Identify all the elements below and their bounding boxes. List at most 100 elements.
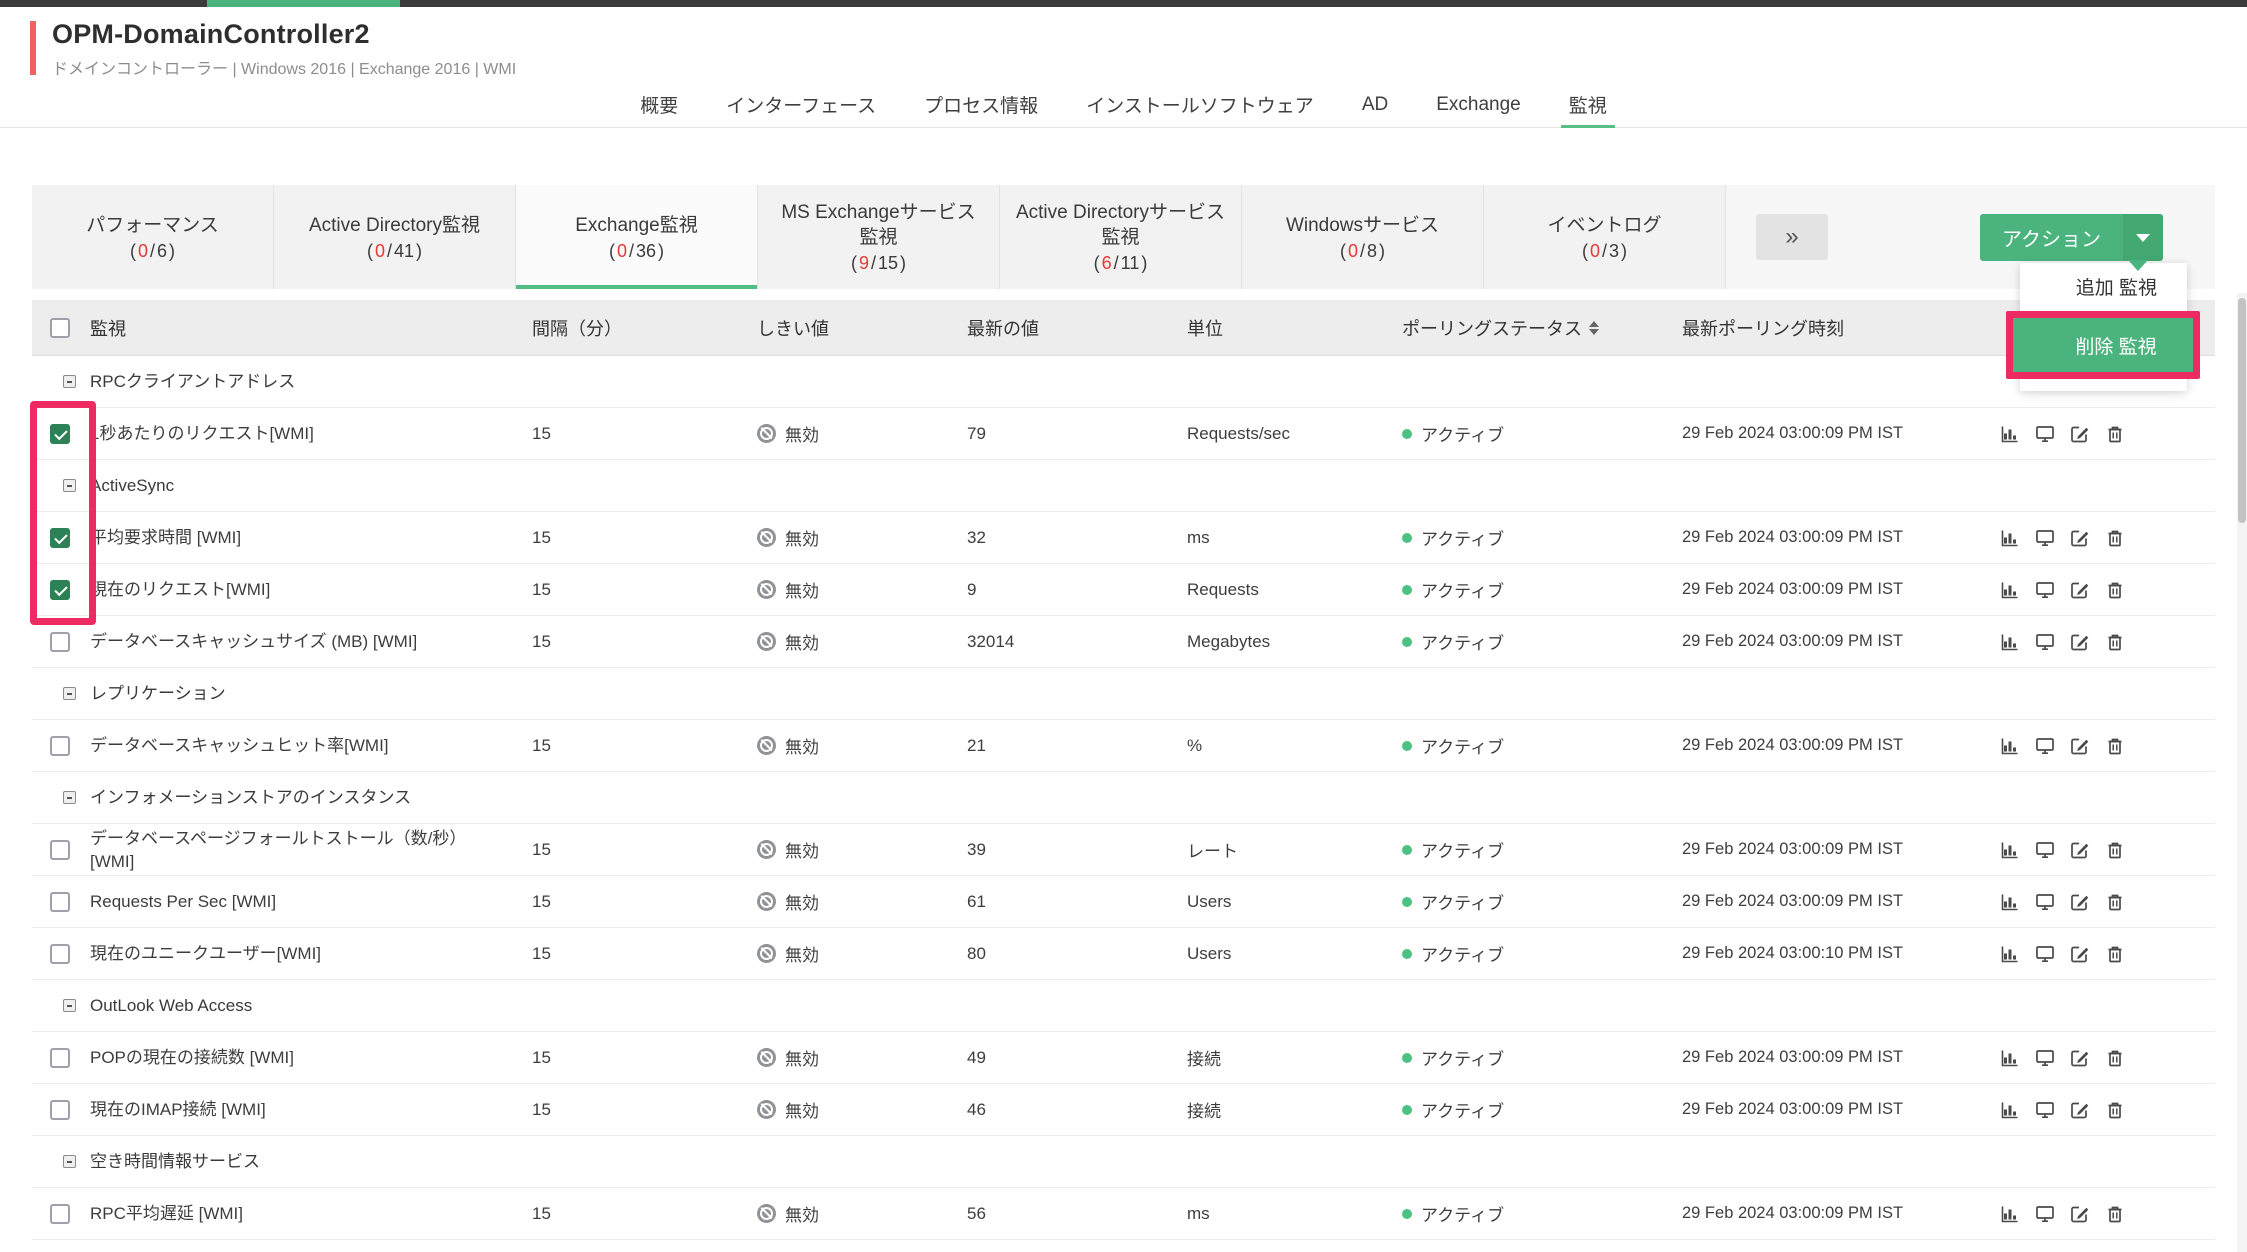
select-all-checkbox[interactable] [50, 318, 70, 338]
action-button[interactable]: アクション [1980, 214, 2163, 261]
action-dropdown-arrow[interactable] [2123, 214, 2163, 261]
column-header-monitor[interactable]: 監視 [90, 315, 532, 341]
chart-icon[interactable] [2000, 1100, 2020, 1120]
chart-icon[interactable] [2000, 528, 2020, 548]
chart-icon[interactable] [2000, 840, 2020, 860]
row-checkbox[interactable] [50, 424, 70, 444]
monitor-name[interactable]: データベースキャッシュヒット率[WMI] [90, 734, 532, 757]
tab-overview[interactable]: 概要 [638, 82, 680, 127]
tab-monitoring[interactable]: 監視 [1567, 82, 1609, 127]
more-tabs-button[interactable]: » [1756, 214, 1828, 260]
row-checkbox[interactable] [50, 580, 70, 600]
row-checkbox[interactable] [50, 1100, 70, 1120]
sort-icon[interactable] [1589, 321, 1599, 335]
tab-ad[interactable]: AD [1360, 82, 1390, 127]
collapse-icon[interactable] [63, 687, 76, 700]
delete-icon[interactable] [2105, 528, 2125, 548]
collapse-icon[interactable] [63, 1155, 76, 1168]
delete-icon[interactable] [2105, 580, 2125, 600]
subtab-performance[interactable]: パフォーマンス (0/6) [32, 185, 274, 289]
monitor-icon[interactable] [2035, 840, 2055, 860]
row-checkbox[interactable] [50, 736, 70, 756]
monitor-name[interactable]: 1秒あたりのリクエスト[WMI] [90, 422, 532, 445]
edit-icon[interactable] [2070, 840, 2090, 860]
column-header-unit[interactable]: 単位 [1187, 315, 1402, 341]
column-header-interval[interactable]: 間隔（分） [532, 315, 757, 341]
delete-icon[interactable] [2105, 1204, 2125, 1224]
monitor-icon[interactable] [2035, 580, 2055, 600]
collapse-icon[interactable] [63, 999, 76, 1012]
scrollbar-thumb[interactable] [2238, 298, 2246, 523]
edit-icon[interactable] [2070, 580, 2090, 600]
chart-icon[interactable] [2000, 736, 2020, 756]
monitor-name[interactable]: Requests Per Sec [WMI] [90, 890, 532, 913]
tab-installed-software[interactable]: インストールソフトウェア [1084, 82, 1316, 127]
chart-icon[interactable] [2000, 632, 2020, 652]
subtab-exchange-monitoring[interactable]: Exchange監視 (0/36) [516, 185, 758, 289]
vertical-scrollbar[interactable] [2237, 293, 2247, 1252]
monitor-icon[interactable] [2035, 1204, 2055, 1224]
edit-icon[interactable] [2070, 528, 2090, 548]
monitor-name[interactable]: POPの現在の接続数 [WMI] [90, 1046, 532, 1069]
monitor-icon[interactable] [2035, 944, 2055, 964]
chart-icon[interactable] [2000, 580, 2020, 600]
delete-icon[interactable] [2105, 944, 2125, 964]
column-header-threshold[interactable]: しきい値 [757, 315, 967, 341]
monitor-name[interactable]: 現在のリクエスト[WMI] [90, 578, 532, 601]
monitor-name[interactable]: データベースキャッシュサイズ (MB) [WMI] [90, 630, 532, 653]
edit-icon[interactable] [2070, 1100, 2090, 1120]
edit-icon[interactable] [2070, 424, 2090, 444]
monitor-name[interactable]: 平均要求時間 [WMI] [90, 526, 532, 549]
collapse-icon[interactable] [63, 375, 76, 388]
row-checkbox[interactable] [50, 944, 70, 964]
edit-icon[interactable] [2070, 944, 2090, 964]
monitor-name[interactable]: RPC平均遅延 [WMI] [90, 1202, 532, 1225]
collapse-icon[interactable] [63, 479, 76, 492]
monitor-name[interactable]: データベースページフォールトストール（数/秒）[WMI] [90, 827, 532, 873]
tab-process-info[interactable]: プロセス情報 [922, 82, 1040, 127]
tab-interfaces[interactable]: インターフェース [724, 82, 878, 127]
monitor-name[interactable]: 現在のIMAP接続 [WMI] [90, 1098, 532, 1121]
tab-exchange[interactable]: Exchange [1434, 82, 1523, 127]
chart-icon[interactable] [2000, 944, 2020, 964]
menu-item-delete-monitor[interactable]: 削除 監視 [2013, 318, 2193, 372]
delete-icon[interactable] [2105, 632, 2125, 652]
chart-icon[interactable] [2000, 1048, 2020, 1068]
monitor-icon[interactable] [2035, 632, 2055, 652]
delete-icon[interactable] [2105, 424, 2125, 444]
subtab-ms-exchange-services[interactable]: MS Exchangeサービス監視 (9/15) [758, 185, 1000, 289]
chart-icon[interactable] [2000, 892, 2020, 912]
edit-icon[interactable] [2070, 632, 2090, 652]
chart-icon[interactable] [2000, 424, 2020, 444]
delete-icon[interactable] [2105, 1048, 2125, 1068]
edit-icon[interactable] [2070, 736, 2090, 756]
subtab-active-directory[interactable]: Active Directory監視 (0/41) [274, 185, 516, 289]
collapse-icon[interactable] [63, 791, 76, 804]
row-checkbox[interactable] [50, 1204, 70, 1224]
monitor-icon[interactable] [2035, 1100, 2055, 1120]
chart-icon[interactable] [2000, 1204, 2020, 1224]
subtab-event-log[interactable]: イベントログ (0/3) [1484, 185, 1726, 289]
row-checkbox[interactable] [50, 528, 70, 548]
monitor-icon[interactable] [2035, 528, 2055, 548]
row-checkbox[interactable] [50, 632, 70, 652]
row-checkbox[interactable] [50, 892, 70, 912]
row-checkbox[interactable] [50, 1048, 70, 1068]
subtab-windows-services[interactable]: Windowsサービス (0/8) [1242, 185, 1484, 289]
edit-icon[interactable] [2070, 1204, 2090, 1224]
edit-icon[interactable] [2070, 892, 2090, 912]
delete-icon[interactable] [2105, 1100, 2125, 1120]
monitor-name[interactable]: 現在のユニークユーザー[WMI] [90, 942, 532, 965]
subtab-ad-services[interactable]: Active Directoryサービス監視 (6/11) [1000, 185, 1242, 289]
column-header-polling-status[interactable]: ポーリングステータス [1402, 315, 1682, 341]
delete-icon[interactable] [2105, 892, 2125, 912]
monitor-icon[interactable] [2035, 424, 2055, 444]
monitor-icon[interactable] [2035, 736, 2055, 756]
delete-icon[interactable] [2105, 736, 2125, 756]
row-checkbox[interactable] [50, 840, 70, 860]
column-header-latest-value[interactable]: 最新の値 [967, 315, 1187, 341]
delete-icon[interactable] [2105, 840, 2125, 860]
monitor-icon[interactable] [2035, 892, 2055, 912]
monitor-icon[interactable] [2035, 1048, 2055, 1068]
menu-item-add-monitor[interactable]: 追加 監視 [2020, 263, 2187, 315]
